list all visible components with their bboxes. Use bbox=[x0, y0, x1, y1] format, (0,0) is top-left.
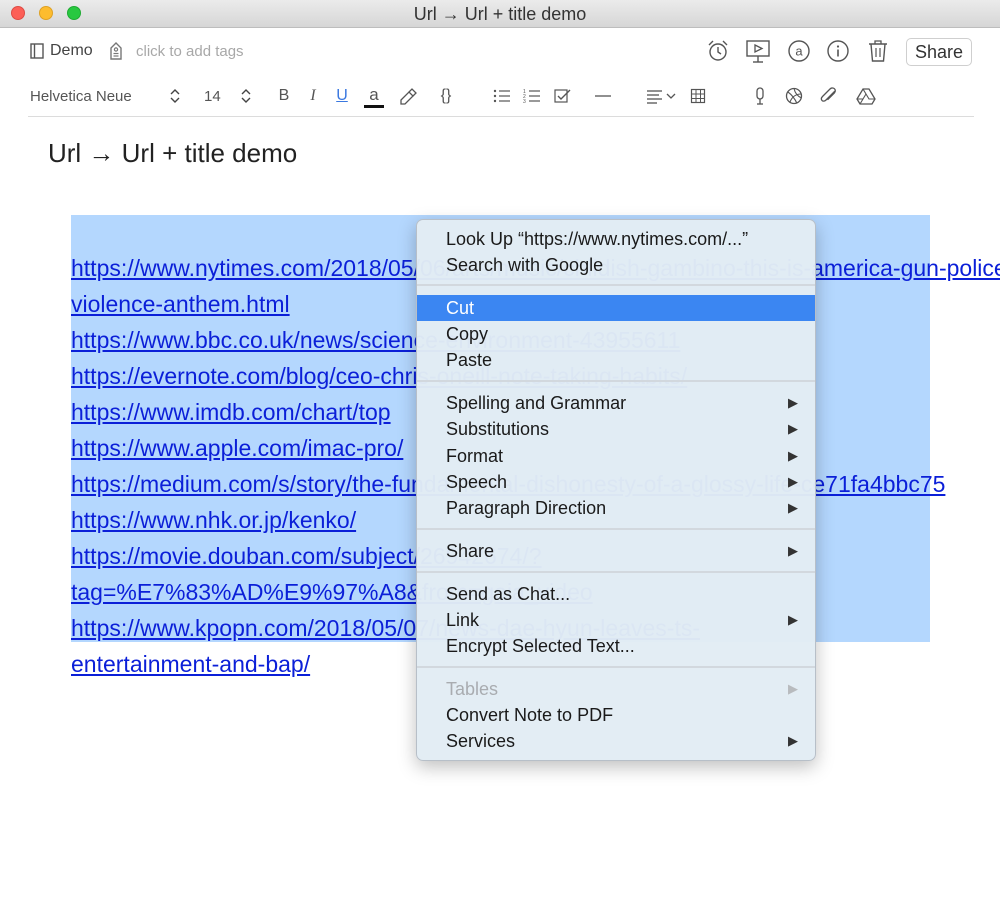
menu-item-copy[interactable]: Copy bbox=[417, 321, 815, 347]
font-family-value: Helvetica Neue bbox=[30, 87, 132, 105]
sketch-icon[interactable] bbox=[784, 84, 804, 108]
share-button[interactable]: Share bbox=[906, 38, 972, 66]
notebook-icon bbox=[30, 43, 44, 59]
submenu-arrow-icon: ▶ bbox=[788, 733, 798, 748]
menu-separator bbox=[417, 284, 815, 286]
menu-item-services[interactable]: Services ▶ bbox=[417, 728, 815, 754]
menu-item-convert-note-to-pdf[interactable]: Convert Note to PDF bbox=[417, 702, 815, 728]
tag-icon bbox=[110, 42, 122, 60]
at-sign-icon[interactable]: a bbox=[785, 37, 813, 65]
menu-item-look-up[interactable]: Look Up “https://www.nytimes.com/...” bbox=[417, 226, 815, 252]
url-link[interactable]: https://www.imdb.com/chart/top bbox=[71, 399, 391, 426]
context-menu: Look Up “https://www.nytimes.com/...” Se… bbox=[416, 219, 816, 761]
google-drive-icon[interactable] bbox=[855, 84, 877, 108]
menu-item-encrypt-selected-text[interactable]: Encrypt Selected Text... bbox=[417, 633, 815, 659]
window-title: Url → Url + title demo bbox=[413, 4, 587, 24]
menu-separator bbox=[417, 666, 815, 668]
checkbox-icon[interactable] bbox=[553, 84, 573, 108]
title-bar[interactable]: Url → Url + title demo bbox=[0, 0, 1000, 28]
submenu-arrow-icon: ▶ bbox=[788, 474, 798, 489]
font-size-select[interactable]: 14 bbox=[204, 84, 254, 108]
table-icon[interactable] bbox=[688, 84, 708, 108]
svg-text:3: 3 bbox=[523, 99, 526, 104]
font-family-select[interactable]: Helvetica Neue bbox=[30, 84, 190, 108]
menu-separator bbox=[417, 380, 815, 382]
url-link[interactable]: entertainment-and-bap/ bbox=[71, 651, 310, 678]
code-block-button[interactable]: {} bbox=[434, 84, 458, 108]
menu-separator bbox=[417, 571, 815, 573]
menu-item-search-with-google[interactable]: Search with Google bbox=[417, 252, 815, 278]
menu-item-spelling-and-grammar[interactable]: Spelling and Grammar ▶ bbox=[417, 390, 815, 416]
menu-item-paragraph-direction[interactable]: Paragraph Direction ▶ bbox=[417, 495, 815, 521]
tags-field[interactable]: click to add tags bbox=[108, 41, 244, 61]
text-color-button[interactable]: a bbox=[364, 84, 384, 108]
bulleted-list-icon[interactable] bbox=[492, 84, 512, 108]
menu-item-format[interactable]: Format ▶ bbox=[417, 443, 815, 469]
stepper-arrows-icon bbox=[241, 89, 251, 103]
note-title[interactable]: Url → Url + title demo bbox=[48, 138, 297, 169]
stepper-arrows-icon bbox=[170, 89, 180, 103]
horizontal-rule-icon[interactable] bbox=[592, 84, 614, 108]
menu-item-paste[interactable]: Paste bbox=[417, 347, 815, 373]
trash-icon[interactable] bbox=[864, 37, 892, 65]
submenu-arrow-icon: ▶ bbox=[788, 543, 798, 558]
submenu-arrow-icon: ▶ bbox=[788, 500, 798, 515]
bold-button[interactable]: B bbox=[274, 84, 294, 108]
submenu-arrow-icon: ▶ bbox=[788, 612, 798, 627]
underline-button[interactable]: U bbox=[332, 84, 352, 108]
info-icon[interactable] bbox=[824, 37, 852, 65]
attachment-icon[interactable] bbox=[819, 84, 841, 108]
italic-button[interactable]: I bbox=[303, 84, 323, 108]
alarm-clock-icon[interactable] bbox=[704, 37, 732, 65]
presentation-icon[interactable] bbox=[744, 37, 772, 65]
menu-item-substitutions[interactable]: Substitutions ▶ bbox=[417, 416, 815, 442]
align-icon[interactable] bbox=[645, 84, 679, 108]
notebook-selector[interactable]: Demo bbox=[30, 42, 93, 60]
submenu-arrow-icon: ▶ bbox=[788, 681, 798, 696]
url-link[interactable]: https://www.nhk.or.jp/kenko/ bbox=[71, 507, 356, 534]
tags-placeholder: click to add tags bbox=[136, 42, 244, 60]
menu-item-cut[interactable]: Cut bbox=[417, 295, 815, 321]
menu-item-send-as-chat[interactable]: Send as Chat... bbox=[417, 581, 815, 607]
toolbar-divider bbox=[28, 116, 974, 117]
submenu-arrow-icon: ▶ bbox=[788, 448, 798, 463]
menu-separator bbox=[417, 528, 815, 530]
font-size-value: 14 bbox=[204, 87, 221, 105]
menu-item-link[interactable]: Link ▶ bbox=[417, 607, 815, 633]
submenu-arrow-icon: ▶ bbox=[788, 395, 798, 410]
numbered-list-icon[interactable]: 1 2 3 bbox=[522, 84, 542, 108]
app-window: Url → Url + title demo Demo click to add… bbox=[0, 0, 1000, 907]
menu-item-share[interactable]: Share ▶ bbox=[417, 538, 815, 564]
notebook-name: Demo bbox=[50, 42, 93, 59]
highlighter-icon[interactable] bbox=[397, 84, 419, 108]
svg-text:a: a bbox=[795, 44, 803, 59]
submenu-arrow-icon: ▶ bbox=[788, 421, 798, 436]
menu-item-speech[interactable]: Speech ▶ bbox=[417, 469, 815, 495]
url-link[interactable]: violence-anthem.html bbox=[71, 291, 290, 318]
menu-item-tables: Tables ▶ bbox=[417, 676, 815, 702]
microphone-icon[interactable] bbox=[751, 84, 769, 108]
url-link[interactable]: https://www.apple.com/imac-pro/ bbox=[71, 435, 403, 462]
